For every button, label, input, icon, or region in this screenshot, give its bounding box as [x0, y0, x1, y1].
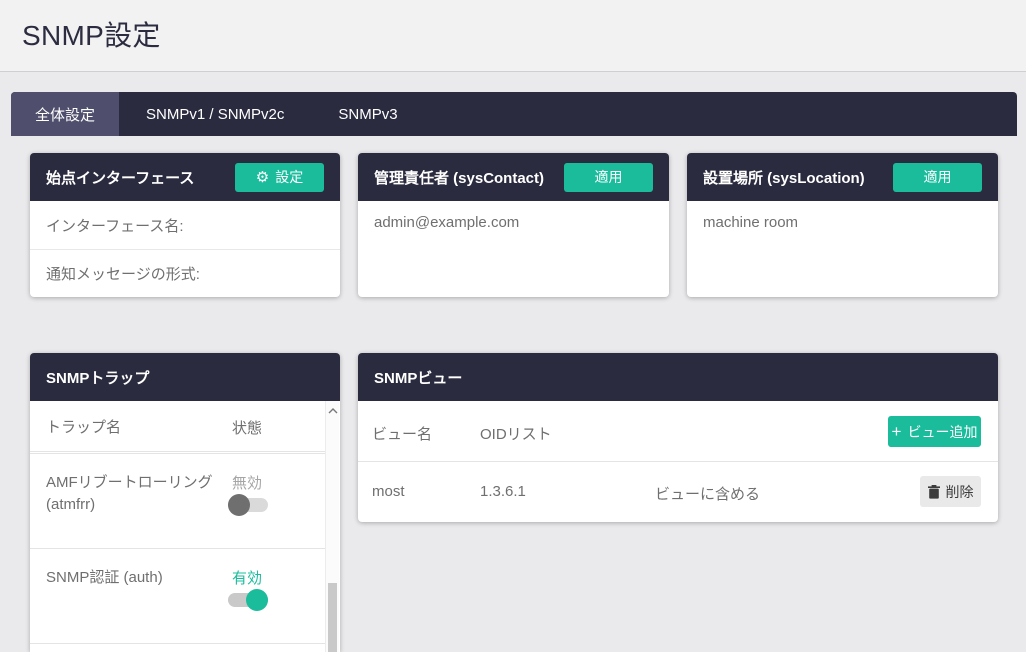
snmp-view-card-title: SNMPビュー: [374, 367, 462, 388]
trap-table-header: トラップ名 状態: [30, 401, 325, 451]
trap-toggle-auth[interactable]: [228, 589, 268, 611]
tab-general-settings[interactable]: 全体設定: [11, 92, 119, 136]
add-view-button[interactable]: + ビュー追加: [888, 416, 981, 447]
view-name-cell: most: [372, 483, 405, 500]
syscontact-card-header: 管理責任者 (sysContact) 適用: [358, 153, 669, 201]
view-row-most: most 1.3.6.1 ビューに含める 削除: [358, 462, 998, 521]
syslocation-card-header: 設置場所 (sysLocation) 適用: [687, 153, 998, 201]
trap-toggle-atmfrr[interactable]: [228, 494, 268, 516]
delete-button-label: 削除: [946, 482, 974, 502]
configure-button-label: 設定: [275, 167, 303, 187]
interface-name-label: インターフェース名:: [30, 201, 340, 249]
toggle-knob: [246, 589, 268, 611]
syscontact-card-title: 管理責任者 (sysContact): [374, 167, 544, 188]
notify-format-label: 通知メッセージの形式:: [30, 249, 340, 296]
trap-name: SNMP認証 (auth): [46, 567, 222, 589]
syscontact-apply-button[interactable]: 適用: [564, 163, 653, 192]
oid-list-column-header: OIDリスト: [480, 423, 552, 444]
toggle-knob: [228, 494, 250, 516]
source-interface-card-title: 始点インターフェース: [46, 167, 194, 188]
view-table-header: ビュー名 OIDリスト + ビュー追加: [358, 401, 998, 462]
app-bar: SNMP設定: [0, 0, 1026, 72]
syslocation-card-title: 設置場所 (sysLocation): [703, 167, 865, 188]
trap-row-atmfrr: AMFリブートローリング (atmfrr) 無効: [30, 454, 325, 549]
trap-name-column-header: トラップ名: [46, 416, 121, 437]
source-interface-card: 始点インターフェース ⚙ 設定 インターフェース名: 通知メッセージの形式:: [30, 153, 340, 297]
snmp-trap-card-header: SNMPトラップ: [30, 353, 340, 401]
snmp-trap-table: トラップ名 状態 AMFリブートローリング (atmfrr) 無効 SNMP認証…: [30, 401, 340, 652]
gear-icon: ⚙: [256, 170, 269, 185]
trap-scrollbar[interactable]: [325, 401, 339, 652]
tab-bar: 全体設定 SNMPv1 / SNMPv2c SNMPv3: [11, 92, 1017, 136]
source-interface-card-header: 始点インターフェース ⚙ 設定: [30, 153, 340, 201]
snmp-trap-card-title: SNMPトラップ: [46, 367, 149, 388]
syscontact-input[interactable]: admin@example.com: [358, 201, 669, 261]
trap-state-label: 無効: [232, 472, 262, 493]
delete-view-button[interactable]: 削除: [920, 476, 981, 507]
trap-state-label: 有効: [232, 567, 262, 588]
trap-row-auth: SNMP認証 (auth) 有効: [30, 549, 325, 644]
page-title: SNMP設定: [22, 14, 161, 54]
add-view-button-label: ビュー追加: [907, 422, 977, 442]
trap-name: AMFリブートローリング (atmfrr): [46, 472, 222, 516]
trap-state-column-header: 状態: [232, 417, 262, 438]
syscontact-card: 管理責任者 (sysContact) 適用 admin@example.com: [358, 153, 669, 297]
configure-button[interactable]: ⚙ 設定: [235, 163, 324, 192]
tab-snmpv3[interactable]: SNMPv3: [311, 92, 424, 136]
plus-icon: +: [892, 423, 902, 440]
syslocation-card: 設置場所 (sysLocation) 適用 machine room: [687, 153, 998, 297]
snmp-trap-card: SNMPトラップ トラップ名 状態 AMFリブートローリング (atmfrr) …: [30, 353, 340, 652]
syslocation-apply-button[interactable]: 適用: [893, 163, 982, 192]
snmp-view-card: SNMPビュー ビュー名 OIDリスト + ビュー追加 most 1.3.6.1…: [358, 353, 998, 522]
view-mode-cell: ビューに含める: [655, 483, 760, 504]
tab-snmpv1-v2c[interactable]: SNMPv1 / SNMPv2c: [119, 92, 311, 136]
view-name-column-header: ビュー名: [372, 423, 432, 444]
snmp-view-card-header: SNMPビュー: [358, 353, 998, 401]
syslocation-input[interactable]: machine room: [687, 201, 998, 261]
snmp-settings-page: SNMP設定 全体設定 SNMPv1 / SNMPv2c SNMPv3 始点イン…: [0, 0, 1026, 652]
oid-cell: 1.3.6.1: [480, 483, 526, 500]
trash-icon: [928, 485, 940, 499]
scroll-up-icon[interactable]: [328, 408, 338, 414]
scrollbar-thumb[interactable]: [328, 583, 337, 652]
